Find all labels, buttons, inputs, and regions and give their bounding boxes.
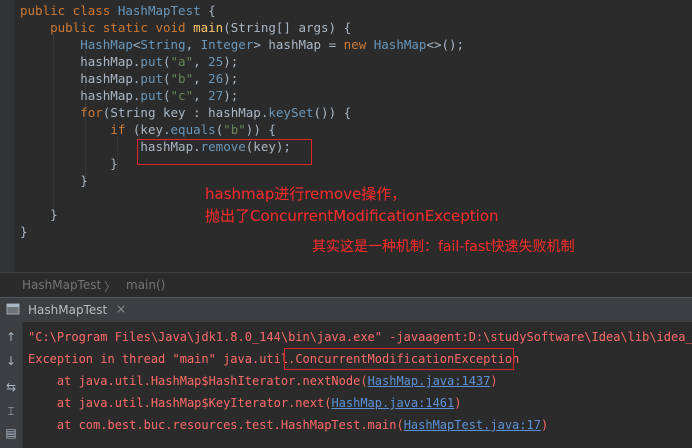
code-token: );	[223, 88, 239, 103]
code-editor[interactable]: public class HashMapTest { public static…	[0, 0, 692, 272]
code-token: put	[140, 71, 163, 86]
code-token: hashMap.	[20, 88, 141, 103]
close-icon[interactable]: ×	[116, 302, 126, 316]
code-token: 25	[208, 54, 224, 69]
code-line[interactable]: hashMap.put("c", 27);	[20, 87, 238, 104]
annotation-exception-thrown: 抛出了ConcurrentModificationException	[205, 207, 499, 225]
code-token: 26	[208, 71, 224, 86]
breadcrumb-separator: 〉	[104, 280, 117, 294]
breadcrumb-class[interactable]: HashMapTest	[22, 278, 101, 292]
console-output[interactable]: ↑ ↓ ⇆ ⌶ ▤ "C:\Program Files\Java\jdk1.8.…	[0, 322, 692, 448]
code-token: <>();	[426, 37, 465, 52]
exception-prefix: Exception in thread "main" java.util.	[28, 352, 296, 366]
code-token: ()) {	[313, 105, 352, 120]
code-line[interactable]: if (key.equals("b")) {	[20, 121, 276, 138]
code-token: put	[140, 54, 163, 69]
code-token: public static void	[20, 20, 194, 35]
pin-icon[interactable]: ⌶	[4, 404, 18, 418]
source-link[interactable]: HashMapTest.java:17	[404, 418, 541, 432]
code-token: Integer	[200, 37, 254, 52]
run-tab-label[interactable]: HashMapTest	[28, 303, 107, 317]
code-token: main	[193, 20, 224, 35]
scroll-up-icon[interactable]: ↑	[4, 330, 18, 344]
code-token: (	[163, 88, 171, 103]
code-token: ,	[193, 54, 209, 69]
code-token: }	[20, 224, 28, 239]
trash-icon[interactable]: ▤	[4, 426, 18, 440]
code-token: )) {	[245, 122, 276, 137]
code-token: "c"	[170, 88, 194, 103]
code-token: HashMap	[20, 37, 133, 52]
breadcrumb-method[interactable]: main()	[126, 278, 165, 292]
code-token: }	[20, 173, 88, 188]
annotation-fail-fast: 其实这是一种机制：fail-fast快速失败机制	[312, 239, 575, 255]
soft-wrap-icon[interactable]: ⇆	[4, 380, 18, 394]
console-command-line: "C:\Program Files\Java\jdk1.8.0_144\bin\…	[28, 330, 692, 344]
code-line[interactable]: HashMap<String, Integer> hashMap = new H…	[20, 36, 464, 53]
code-token: );	[223, 54, 239, 69]
code-token: keySet	[268, 105, 314, 120]
console-toolbar: ↑ ↓ ⇆ ⌶ ▤	[0, 322, 23, 448]
code-token: ,	[193, 71, 209, 86]
breadcrumb: HashMapTest 〉 main()	[0, 272, 692, 297]
code-token: );	[223, 71, 239, 86]
code-token: new	[343, 37, 374, 52]
exception-highlight-box	[284, 348, 514, 370]
code-token: }	[20, 156, 118, 171]
code-line[interactable]: public static void main(String[] args) {	[20, 19, 351, 36]
code-token: equals	[170, 122, 216, 137]
code-token: for	[80, 105, 103, 120]
code-token: (	[163, 71, 171, 86]
run-tool-bar: HashMapTest ×	[0, 297, 692, 323]
code-token: (	[163, 54, 171, 69]
code-token: ,	[185, 37, 201, 52]
code-token: 27	[208, 88, 224, 103]
code-token: "a"	[170, 54, 194, 69]
source-link[interactable]: HashMap.java:1437	[368, 374, 491, 388]
code-line[interactable]: }	[20, 206, 58, 223]
annotation-remove-operation: hashmap进行remove操作，	[205, 185, 407, 203]
code-token: {	[208, 3, 216, 18]
code-token: HashMapTest	[117, 3, 209, 18]
code-token: (key.	[132, 122, 171, 137]
code-token: (String key : hashMap.	[102, 105, 269, 120]
code-token: }	[20, 207, 58, 222]
code-token: String	[140, 37, 186, 52]
code-line[interactable]: hashMap.put("a", 25);	[20, 53, 238, 70]
source-link[interactable]: HashMap.java:1461	[331, 396, 454, 410]
code-token: hashMap.	[20, 71, 141, 86]
editor-gutter	[0, 0, 14, 272]
code-token: (String[] args) {	[223, 20, 352, 35]
run-config-icon	[6, 303, 20, 315]
code-line[interactable]: }	[20, 155, 118, 172]
code-token: "b"	[223, 122, 246, 137]
code-token: public class	[20, 3, 118, 18]
stack-trace-line: at java.util.HashMap$HashIterator.nextNo…	[28, 374, 498, 388]
code-line[interactable]: hashMap.put("b", 26);	[20, 70, 238, 87]
code-token: HashMap	[373, 37, 427, 52]
remove-call-highlight-box	[137, 139, 312, 165]
code-token: put	[140, 88, 163, 103]
code-token: if	[110, 122, 133, 137]
code-token: > hashMap =	[253, 37, 344, 52]
code-line[interactable]: }	[20, 172, 88, 189]
code-line[interactable]: }	[20, 223, 28, 240]
stack-trace-line: at java.util.HashMap$KeyIterator.next(Ha…	[28, 396, 462, 410]
code-token: hashMap.	[20, 54, 141, 69]
code-token: "b"	[170, 71, 194, 86]
stack-trace-line: at com.best.buc.resources.test.HashMapTe…	[28, 418, 549, 432]
scroll-down-icon[interactable]: ↓	[4, 354, 18, 368]
code-token: ,	[193, 88, 209, 103]
code-line[interactable]: for(String key : hashMap.keySet()) {	[20, 104, 351, 121]
code-line[interactable]: public class HashMapTest {	[20, 2, 216, 19]
